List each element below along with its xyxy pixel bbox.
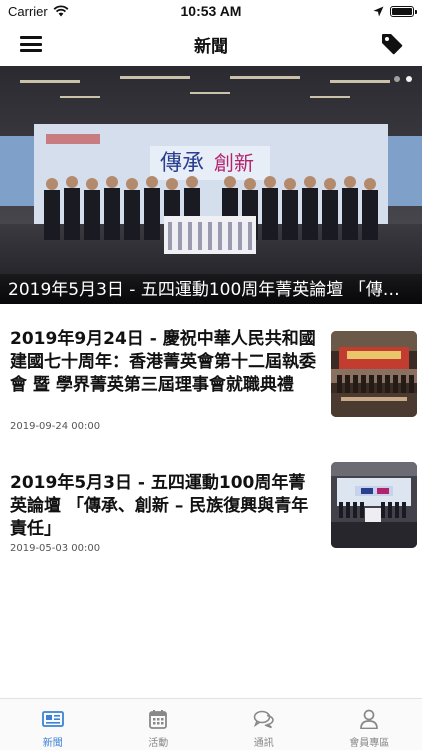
menu-icon-bar [20,36,42,39]
page-indicator[interactable] [394,76,412,82]
carrier-info: Carrier [8,4,69,19]
list-item[interactable]: 2019年9月24日 - 慶祝中華人民共和國建國七十周年：香港菁英會第十二屆執委… [0,304,422,439]
tab-messages[interactable]: 通訊 [211,699,317,750]
tab-news[interactable]: 新聞 [0,699,106,750]
navigation-bar: 新聞 [0,22,422,66]
calendar-icon [149,710,168,729]
menu-icon-bar [20,42,42,46]
banner-photo: 傳承 創新 [0,66,422,304]
news-title: 2019年5月3日 - 五四運動100周年菁英論壇 「傳承、創新 – 民族復興與… [10,473,309,539]
tag-icon[interactable] [380,32,404,56]
status-right [373,5,417,17]
person-icon [360,709,379,729]
tab-label: 新聞 [42,738,63,749]
news-date: 2019-09-24 00:00 [10,421,101,432]
battery-level [392,7,412,15]
wifi-icon [53,5,69,17]
banner-caption: 2019年5月3日 - 五四運動100周年菁英論壇 「傳承、創新 – 民族復興與… [8,280,414,300]
location-arrow-icon [373,6,384,16]
news-thumbnail [331,462,417,548]
tab-label: 活動 [148,738,169,749]
chat-icon [253,710,274,729]
list-item[interactable]: 2019年5月3日 - 五四運動100周年菁英論壇 「傳承、創新 – 民族復興與… [0,439,422,569]
tab-bar: 新聞 活動 通訊 會員專區 [0,698,422,750]
page-title: 新聞 [194,36,228,57]
svg-text:創新: 創新 [214,151,254,175]
news-date: 2019-05-03 00:00 [10,543,101,554]
tab-events[interactable]: 活動 [106,699,212,750]
menu-icon-bar [20,49,42,52]
page-dot [394,76,400,82]
news-title: 2019年9月24日 - 慶祝中華人民共和國建國七十周年：香港菁英會第十二屆執委… [10,329,316,395]
tab-label: 會員專區 [349,738,390,749]
page-dot-active [406,76,412,82]
battery-icon [390,5,417,17]
menu-button[interactable] [20,34,42,54]
featured-banner[interactable]: 傳承 創新 2019年5月3日 - 五四運動100周年菁英論壇 「傳承 [0,66,422,304]
tab-members[interactable]: 會員專區 [317,699,422,750]
tab-label: 通訊 [253,738,274,749]
news-thumbnail [331,331,417,417]
svg-text:傳承: 傳承 [160,151,204,176]
status-bar: Carrier 10:53 AM [0,0,422,22]
carrier-label: Carrier [8,3,48,19]
newspaper-icon [41,711,64,727]
